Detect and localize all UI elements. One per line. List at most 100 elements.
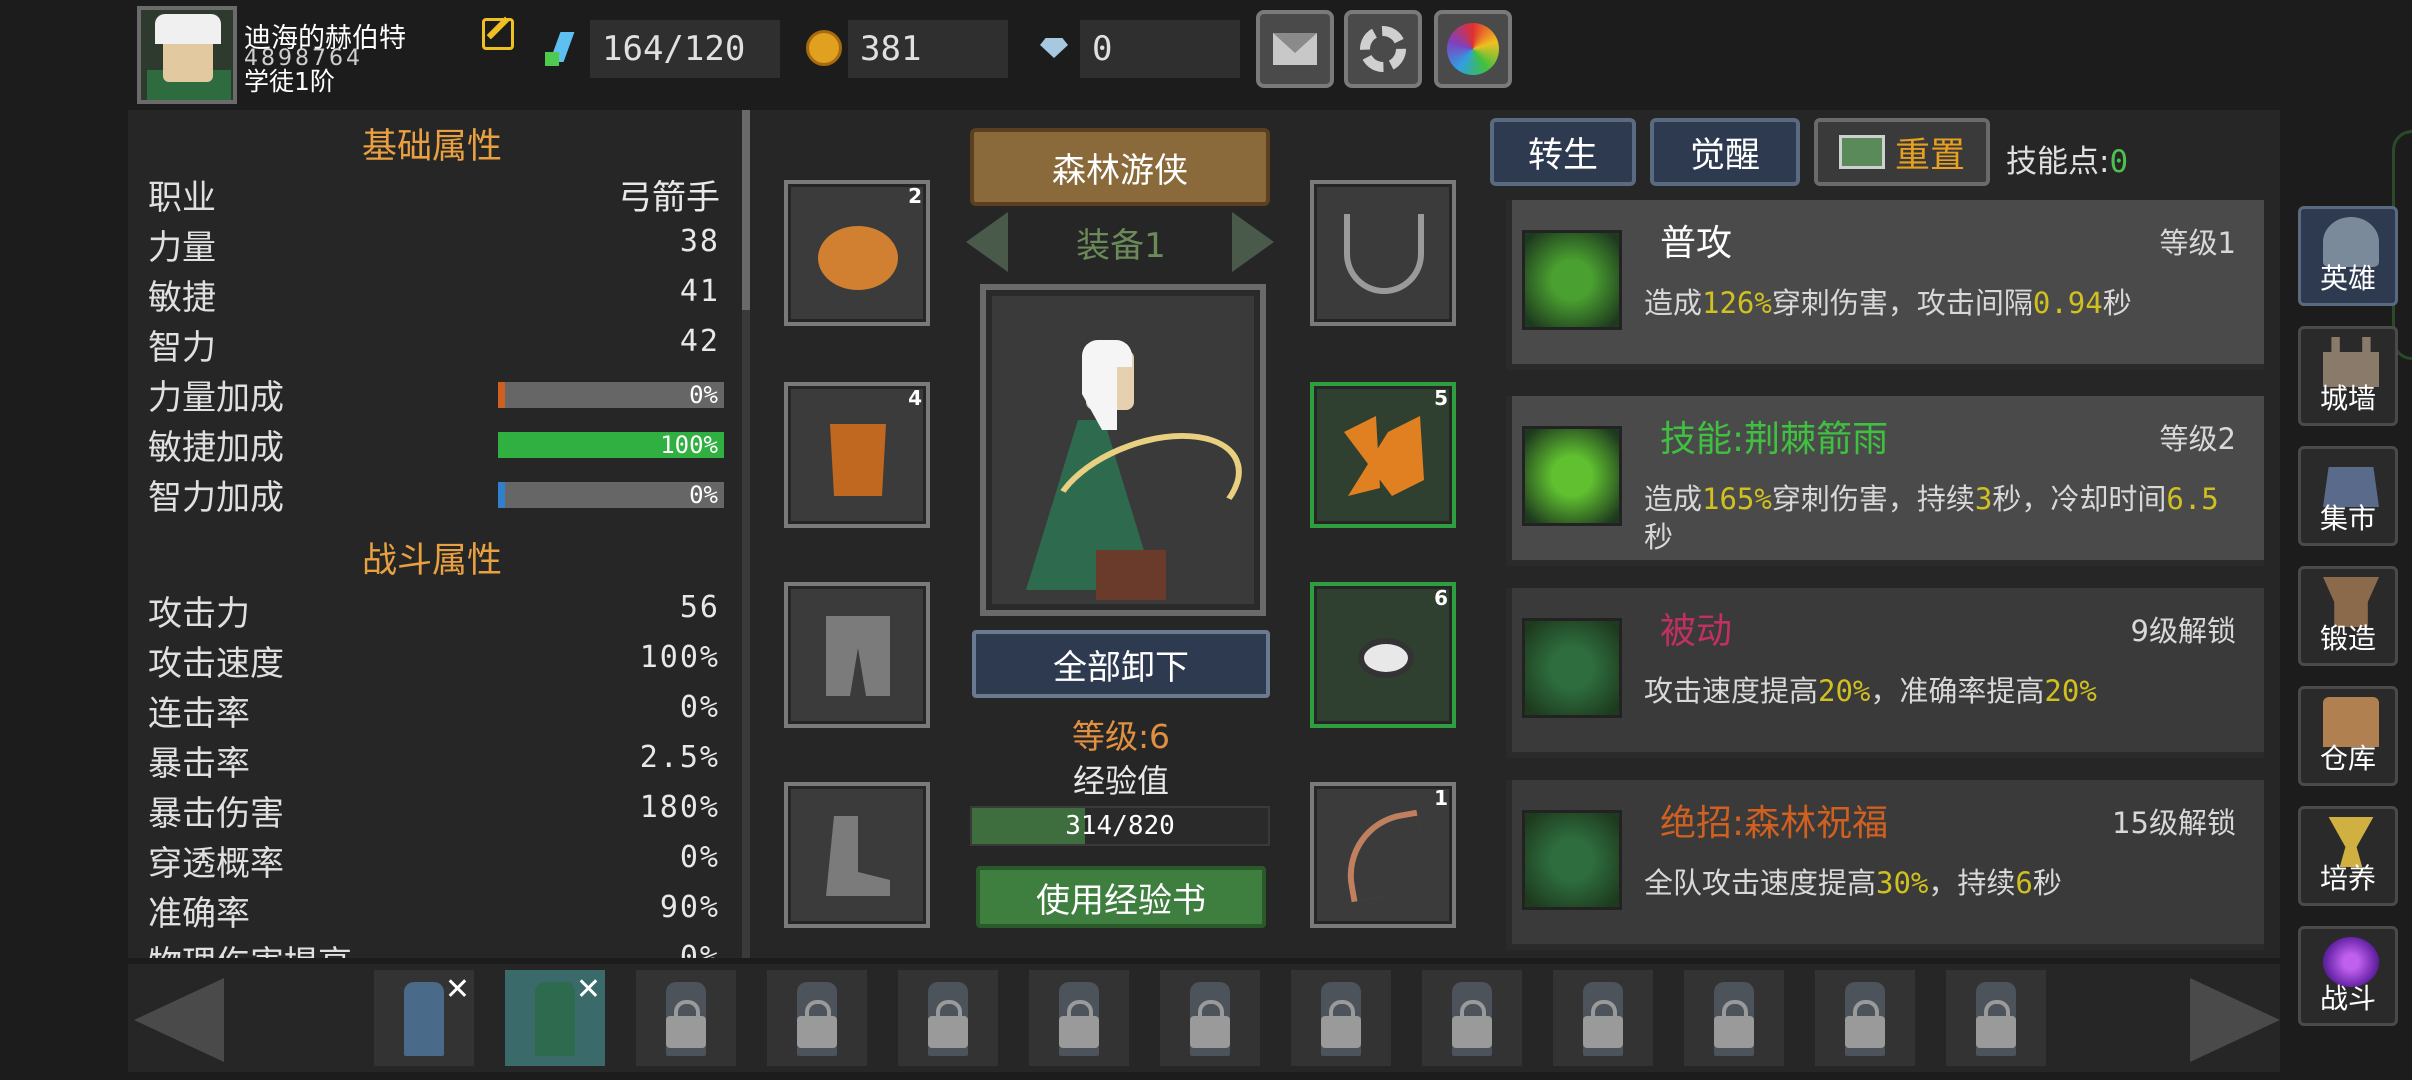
hero-roster-slot[interactable]: ✕	[505, 970, 605, 1066]
stat-row-attack: 攻击力 56	[148, 586, 720, 634]
skill-value: 126%	[1702, 286, 1772, 320]
bar-percent: 100%	[660, 431, 718, 459]
nav-wall-button[interactable]: 城墙	[2298, 326, 2398, 426]
skill-text: 攻击速度提高	[1644, 674, 1819, 708]
hero-roster-slot[interactable]: ✕	[374, 970, 474, 1066]
stat-row-crit-damage: 暴击伤害 180%	[148, 786, 720, 834]
helmet-icon	[818, 226, 898, 290]
stat-value: 38	[679, 224, 720, 259]
nav-label: 仓库	[2319, 742, 2376, 775]
skill-text: 秒	[2102, 286, 2132, 320]
boots-slot[interactable]	[784, 782, 930, 928]
hero-roster-slot[interactable]	[1684, 970, 1784, 1066]
bracers-slot[interactable]: 5	[1310, 382, 1456, 528]
armor-slot[interactable]: 4	[784, 382, 930, 528]
agility-bonus-bar: 100%	[498, 432, 724, 458]
hero-roster-slot[interactable]	[1815, 970, 1915, 1066]
lock-icon	[797, 1000, 837, 1048]
gem-icon[interactable]	[1036, 30, 1072, 66]
nav-label: 集市	[2319, 502, 2376, 535]
skill-value: 3	[1974, 482, 1993, 516]
pants-slot[interactable]	[784, 582, 930, 728]
nav-hero-button[interactable]: 英雄	[2298, 206, 2398, 306]
skill-text: 造成	[1644, 286, 1703, 320]
skill-points: 技能点:0	[2006, 136, 2128, 181]
stat-value: 0%	[679, 840, 720, 875]
hero-figure	[535, 982, 575, 1056]
remove-hero-icon[interactable]: ✕	[445, 972, 470, 1007]
stat-value: 2.5%	[639, 740, 720, 775]
nav-warehouse-button[interactable]: 仓库	[2298, 686, 2398, 786]
nav-market-button[interactable]: 集市	[2298, 446, 2398, 546]
skill-name: 技能:荆棘箭雨	[1660, 419, 1889, 460]
hero-roster-slot[interactable]	[1946, 970, 2046, 1066]
stat-label: 敏捷加成	[148, 428, 284, 468]
nav-cultivate-button[interactable]: 培养	[2298, 806, 2398, 906]
stat-row-class: 职业 弓箭手	[148, 170, 720, 218]
remove-hero-icon[interactable]: ✕	[576, 972, 601, 1007]
skill-level: 15级解锁	[2112, 806, 2236, 840]
game-screen: 迪海的赫伯特 4898764 学徒1阶 164/120 381 0 基础属性 职…	[0, 0, 2412, 1080]
ring-slot[interactable]: 6	[1310, 582, 1456, 728]
hero-roster-slot[interactable]	[1422, 970, 1522, 1066]
skill-description: 造成165%穿刺伤害，持续3秒，冷却时间6.5 秒	[1644, 480, 2244, 556]
avatar-hair	[155, 14, 221, 44]
pants-icon	[826, 616, 890, 696]
awaken-tab[interactable]: 觉醒	[1650, 118, 1800, 186]
hero-roster-slot[interactable]	[1291, 970, 1391, 1066]
skill-card[interactable]: 技能:荆棘箭雨 等级2 造成165%穿刺伤害，持续3秒，冷却时间6.5 秒	[1506, 396, 2264, 566]
bar-percent: 0%	[689, 381, 718, 409]
stamina-icon	[545, 30, 581, 66]
mail-button[interactable]	[1256, 10, 1334, 88]
color-wheel-button[interactable]	[1434, 10, 1512, 88]
necklace-icon	[1344, 214, 1424, 294]
gold-coin-icon[interactable]	[806, 30, 842, 66]
skill-value: 20%	[2044, 674, 2097, 708]
skill-card[interactable]: 绝招:森林祝福 15级解锁 全队攻击速度提高30%，持续6秒	[1506, 780, 2264, 950]
lock-icon	[1190, 1000, 1230, 1048]
skill-icon	[1522, 230, 1622, 330]
skill-value: 20%	[1818, 674, 1871, 708]
stat-label: 智力	[148, 328, 216, 368]
intellect-bonus-bar: 0%	[498, 482, 724, 508]
nav-forge-button[interactable]: 锻造	[2298, 566, 2398, 666]
stats-scrollbar-thumb[interactable]	[742, 110, 750, 310]
hero-roster-slot[interactable]	[1160, 970, 1260, 1066]
skill-text: 造成	[1644, 482, 1703, 516]
stat-label: 力量	[148, 228, 216, 268]
stat-value: 0%	[679, 690, 720, 725]
hero-roster-slot[interactable]	[898, 970, 998, 1066]
stat-label: 敏捷	[148, 278, 216, 318]
helmet-slot[interactable]: 2	[784, 180, 930, 326]
reset-button[interactable]: 重置	[1814, 118, 1990, 186]
skill-value: 6	[2015, 866, 2033, 900]
nav-battle-button[interactable]: 战斗	[2298, 926, 2398, 1026]
skill-text: 穿刺伤害，持续	[1771, 482, 1975, 516]
stat-label: 物理伤害提高	[148, 936, 352, 958]
hero-roster-slot[interactable]	[1553, 970, 1653, 1066]
stat-label: 力量加成	[148, 378, 284, 418]
use-exp-book-button[interactable]: 使用经验书	[976, 866, 1266, 928]
player-avatar[interactable]	[137, 6, 237, 104]
exp-progress-text: 314/820	[1065, 811, 1175, 841]
skill-value: 165%	[1702, 482, 1772, 516]
skill-text: ，持续	[1928, 866, 2016, 900]
skill-points-value: 0	[2109, 144, 2129, 180]
hero-roster-slot[interactable]	[1029, 970, 1129, 1066]
settings-button[interactable]	[1344, 10, 1422, 88]
edit-name-icon[interactable]	[482, 18, 514, 50]
skill-name: 普攻	[1660, 223, 1733, 264]
skill-card[interactable]: 被动 9级解锁 攻击速度提高20%，准确率提高20%	[1506, 588, 2264, 758]
boots-icon	[826, 816, 890, 896]
stats-panel[interactable]: 基础属性 职业 弓箭手 力量 38 敏捷 41 智力 42 力量加成 0% 敏捷…	[140, 110, 724, 958]
skill-card[interactable]: 普攻 等级1 造成126%穿刺伤害，攻击间隔0.94秒	[1506, 200, 2264, 370]
hero-roster-slot[interactable]	[636, 970, 736, 1066]
necklace-slot[interactable]	[1310, 180, 1456, 326]
skill-value: 30%	[1876, 866, 1929, 900]
rebirth-tab[interactable]: 转生	[1490, 118, 1636, 186]
hero-roster-slot[interactable]	[767, 970, 867, 1066]
unequip-all-button[interactable]: 全部卸下	[972, 630, 1270, 698]
stat-label: 攻击速度	[148, 644, 284, 684]
bar-fill	[498, 382, 505, 408]
weapon-slot[interactable]: 1	[1310, 782, 1456, 928]
